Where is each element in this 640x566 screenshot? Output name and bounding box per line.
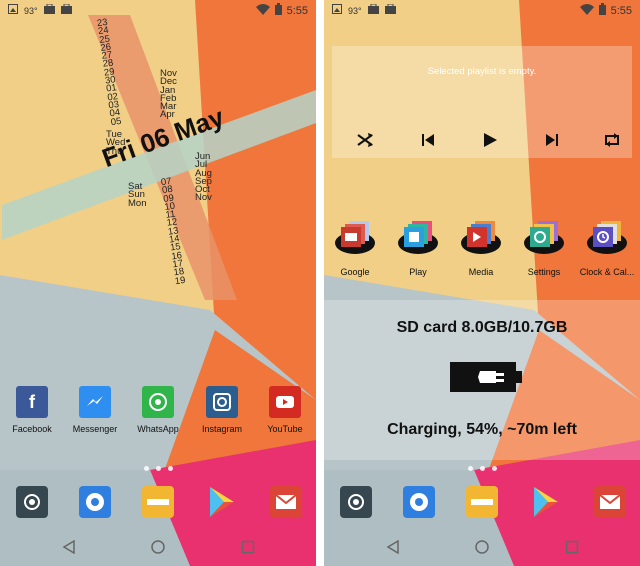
home-icon [475,540,489,554]
weekday-column-lower: Sat Sun Mon [128,182,147,209]
app-label: Facebook [12,424,52,434]
music-player-widget: Selected playlist is empty. [332,46,632,158]
chrome-icon[interactable] [403,486,435,518]
app-label: WhatsApp [137,424,179,434]
media-folder-icon [461,221,501,254]
back-button[interactable] [382,536,404,558]
settings-folder-icon [524,221,564,254]
gmail-icon[interactable] [594,486,626,518]
charging-battery-icon [450,362,522,397]
navigation-bar [324,528,640,566]
clock-time: 5:55 [610,4,632,17]
page-dot [491,466,497,471]
app-label: Instagram [201,424,243,434]
status-widget: SD card 8.0GB/10.7GB Charging, 54%, ~70m… [324,300,640,460]
charging-status: Charging, 54%, ~70m left [387,421,577,438]
page-dot [479,466,485,471]
calendar-weekday: Mon [128,197,147,209]
app-instagram[interactable]: Instagram [192,386,252,434]
folder-label: Media [468,267,494,277]
home-icon [151,540,165,554]
home-screen-left: 93° 5:55 23 24 25 26 27 28 29 30 01 02 03 04 05 07 08… [0,0,316,566]
folder-media[interactable]: Media [452,218,510,277]
play-icon [484,133,497,147]
home-screen-right: 93° 5:55 Selected playlist is empty. Goo… [324,0,640,566]
status-bar: 93° 5:55 [324,0,640,20]
repeat-icon [605,133,619,147]
shuffle-button[interactable] [353,128,377,152]
page-dot [467,466,473,471]
repeat-button[interactable] [600,128,624,152]
whatsapp-icon [142,386,174,418]
page-indicator[interactable] [324,466,640,471]
home-button[interactable] [471,536,493,558]
play-store-icon[interactable] [530,486,562,518]
recents-icon [241,540,255,554]
calendar-day: 19 [174,274,187,287]
play-button[interactable] [478,128,502,152]
wifi-icon [579,3,594,18]
shuffle-icon [357,133,373,147]
camera-icon[interactable] [16,486,48,518]
messenger-icon [79,386,111,418]
app-label: Messenger [72,424,118,434]
recents-icon [565,540,579,554]
navigation-bar [0,528,316,566]
app-facebook[interactable]: f Facebook [2,386,62,434]
playlist-status-text: Selected playlist is empty. [427,66,537,77]
instagram-icon [206,386,238,418]
back-button[interactable] [58,536,80,558]
folder-label: Clock & Cal... [579,267,635,277]
calendar-clock-widget[interactable]: 23 24 25 26 27 28 29 30 01 02 03 04 05 07 08 09 10 11 12 1… [0,15,316,305]
calendar-day: 05 [110,115,123,128]
folder-label: Settings [527,267,561,277]
month-column-lower: Jun Jul Aug Sep Oct Nov [195,152,212,204]
screen-divider [316,0,324,566]
app-messenger[interactable]: Messenger [65,386,125,434]
recents-button[interactable] [237,536,259,558]
folder-label: Google [340,267,370,277]
sd-card-usage: SD card 8.0GB/10.7GB [396,319,568,336]
folder-label: Play [409,267,427,277]
temperature-text: 93° [24,5,38,16]
previous-button[interactable] [416,128,440,152]
tools-icon[interactable] [466,486,498,518]
next-button[interactable] [540,128,564,152]
gallery-notification-icon [332,4,342,17]
app-whatsapp[interactable]: WhatsApp [128,386,188,434]
folder-play[interactable]: Play [389,218,447,277]
page-dot [155,466,161,471]
temperature-text: 93° [348,5,362,16]
page-indicator[interactable] [0,466,316,471]
briefcase-notification-icon-2 [384,3,396,17]
facebook-icon: f [16,386,48,418]
clock-folder-icon [587,221,627,254]
page-dot [167,466,173,471]
play-folder-icon [398,221,438,254]
youtube-icon [269,386,301,418]
skip-next-icon [546,134,558,146]
app-youtube[interactable]: YouTube [255,386,315,434]
chrome-icon[interactable] [79,486,111,518]
home-button[interactable] [147,536,169,558]
back-icon [62,540,75,554]
google-folder-icon [335,221,375,254]
briefcase-notification-icon [367,3,379,17]
back-icon [386,540,399,554]
battery-icon [598,3,606,18]
page-dot [143,466,149,471]
camera-icon[interactable] [340,486,372,518]
recents-button[interactable] [561,536,583,558]
play-store-icon[interactable] [206,486,238,518]
folder-settings[interactable]: Settings [515,218,573,277]
gmail-icon[interactable] [270,486,302,518]
skip-previous-icon [422,134,434,146]
widget-bands [2,15,316,300]
app-label: YouTube [267,424,303,434]
folder-google[interactable]: Google [326,218,384,277]
calendar-month: Nov [195,192,212,204]
folder-clock-calendar[interactable]: Clock & Cal... [578,218,636,277]
month-column-upper: Nov Dec Jan Feb Mar Apr [160,69,177,120]
tools-icon[interactable] [142,486,174,518]
